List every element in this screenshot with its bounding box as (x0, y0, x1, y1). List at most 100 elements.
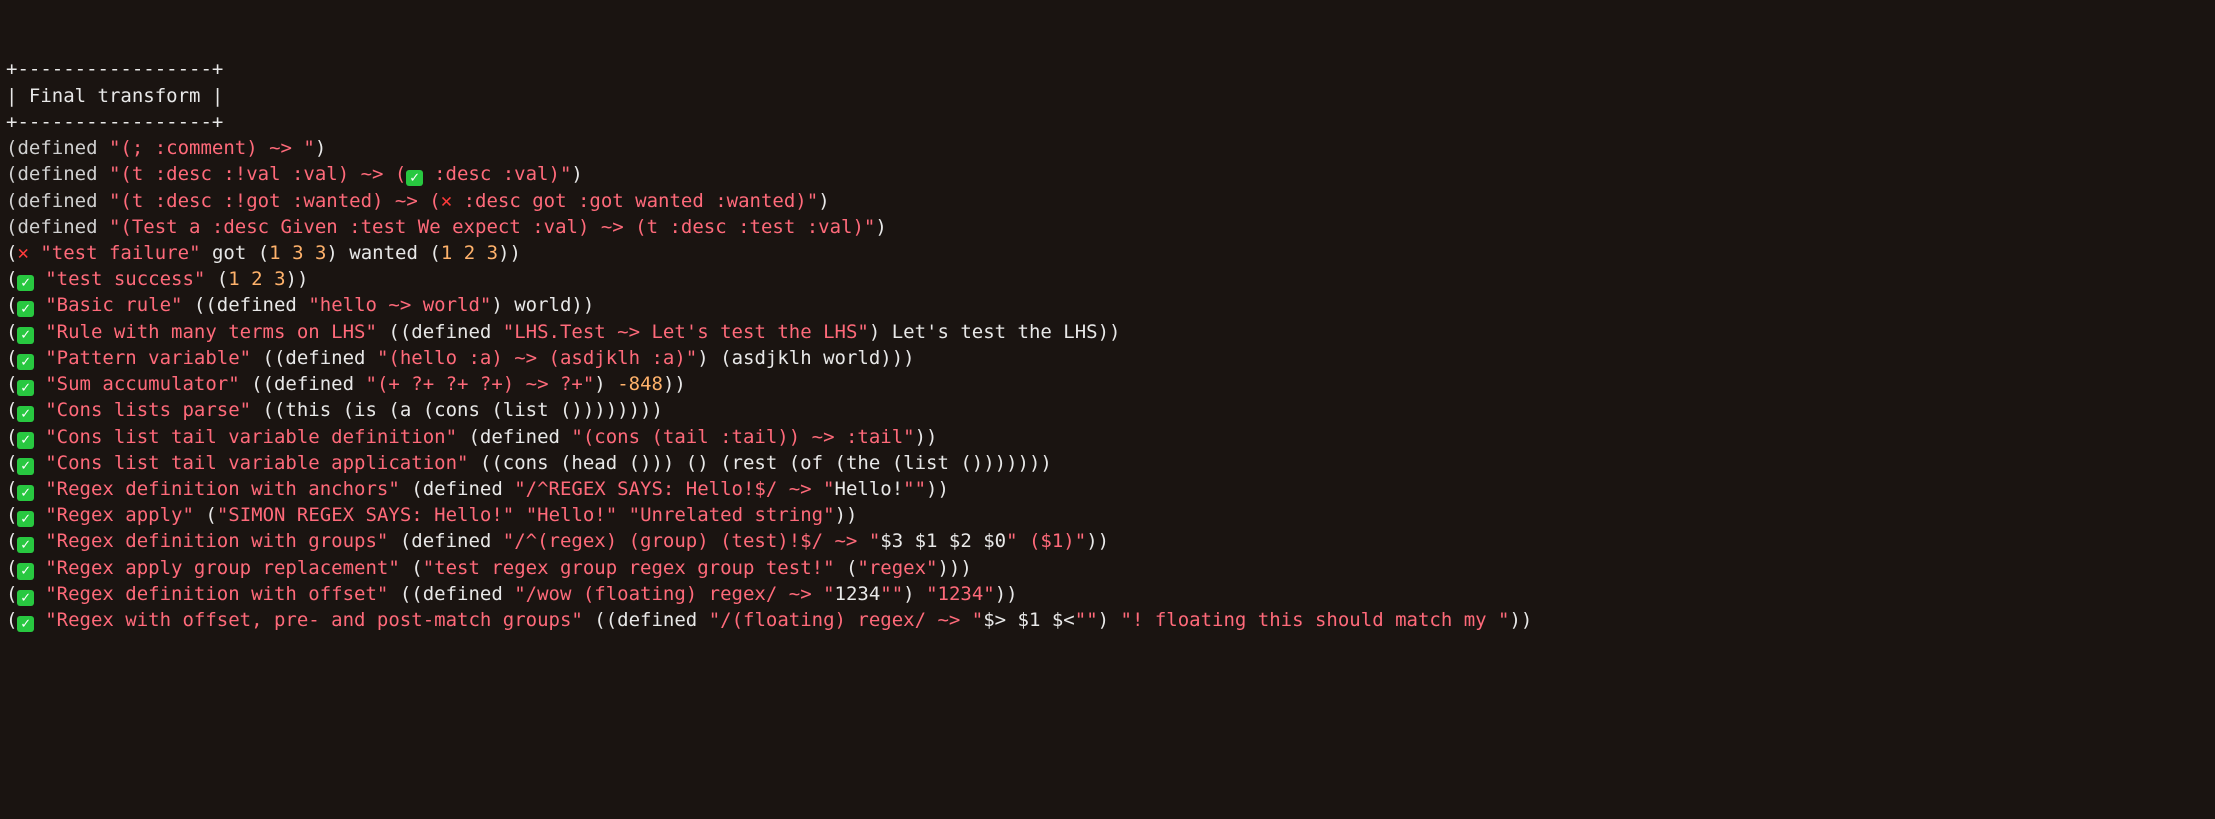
string-literal: "Rule with many terms on LHS" (45, 321, 377, 343)
text (34, 321, 45, 343)
text: ((defined (377, 321, 503, 343)
number-literal: -848 (617, 373, 663, 395)
header-title: | Final transform | (6, 83, 2209, 109)
check-icon: ✓ (17, 301, 33, 317)
check-icon: ✓ (17, 537, 33, 553)
text (304, 242, 315, 264)
defined-keyword: (defined (6, 190, 109, 212)
string-literal: "/wow (floating) regex/ ~> " (514, 583, 834, 605)
definition-line: (defined "(t :desc :!got :wanted) ~> (✕ … (6, 188, 2209, 214)
string-literal: "/^REGEX SAYS: Hello!$/ ~> " (514, 478, 834, 500)
string-literal: "! floating this should match my " (1121, 609, 1510, 631)
text: )) (1509, 609, 1532, 631)
text: $3 $1 $2 $0 (880, 530, 1006, 552)
text: ) Let's test the LHS)) (869, 321, 1121, 343)
text (34, 399, 45, 421)
string-literal: "Unrelated string" (629, 504, 835, 526)
text (29, 242, 40, 264)
text (263, 268, 274, 290)
text (34, 426, 45, 448)
string-literal: "Regex with offset, pre- and post-match … (45, 609, 583, 631)
string-literal: "test regex group regex group test!" (423, 557, 835, 579)
text: ) world)) (491, 294, 594, 316)
paren: ( (6, 321, 17, 343)
test-result-line: (✓ "Pattern variable" ((defined "(hello … (6, 345, 2209, 371)
paren: ( (6, 504, 17, 526)
text (34, 557, 45, 579)
test-result-line: (✓ "Regex apply" ("SIMON REGEX SAYS: Hel… (6, 502, 2209, 528)
text (281, 242, 292, 264)
text (34, 609, 45, 631)
paren: ( (6, 583, 17, 605)
string-literal: "test success" (45, 268, 205, 290)
test-result-line: (✓ "Cons lists parse" ((this (is (a (con… (6, 397, 2209, 423)
string-literal: "Regex apply group replacement" (45, 557, 400, 579)
string-literal: "(cons (tail :tail)) ~> :tail" (571, 426, 914, 448)
paren: ( (6, 530, 17, 552)
paren: ( (6, 294, 17, 316)
text: (defined (457, 426, 571, 448)
close-paren: ) (571, 163, 582, 185)
string-literal: "/^(regex) (group) (test)!$/ ~> " (503, 530, 881, 552)
test-result-line: (✓ "Regex definition with anchors" (defi… (6, 476, 2209, 502)
text: ( (194, 504, 217, 526)
number-literal: 3 (292, 242, 303, 264)
check-icon: ✓ (17, 485, 33, 501)
check-icon: ✓ (406, 170, 422, 186)
text: $> $1 $< (983, 609, 1075, 631)
definition-string: "(Test a :desc Given :test We expect :va… (109, 216, 875, 238)
check-icon: ✓ (17, 406, 33, 422)
number-literal: 1 (441, 242, 452, 264)
text: )) (1086, 530, 1109, 552)
string-literal: "Basic rule" (45, 294, 182, 316)
defined-keyword: (defined (6, 137, 109, 159)
text: ((defined (240, 373, 366, 395)
paren: ( (6, 452, 17, 474)
string-literal: "" (880, 583, 903, 605)
test-result-line: (✓ "Cons list tail variable definition" … (6, 424, 2209, 450)
text: )) (915, 426, 938, 448)
text (34, 583, 45, 605)
definition-string-pre: "(t :desc :!val :val) ~> ( (109, 163, 406, 185)
test-result-line: (✓ "Basic rule" ((defined "hello ~> worl… (6, 292, 2209, 318)
text (34, 373, 45, 395)
string-literal: "regex" (857, 557, 937, 579)
close-paren: ) (875, 216, 886, 238)
text (475, 242, 486, 264)
text: ) (903, 583, 926, 605)
defined-keyword: (defined (6, 216, 109, 238)
text (452, 242, 463, 264)
text: ) (594, 373, 617, 395)
check-icon: ✓ (17, 616, 33, 632)
test-result-line: (✕ "test failure" got (1 3 3) wanted (1 … (6, 240, 2209, 266)
text: (defined (388, 530, 502, 552)
text: (defined (400, 478, 514, 500)
check-icon: ✓ (17, 380, 33, 396)
string-literal: "(hello :a) ~> (asdjklh :a)" (377, 347, 697, 369)
text (617, 504, 628, 526)
text: ( (400, 557, 423, 579)
paren: ( (6, 268, 17, 290)
string-literal: "Hello!" (526, 504, 618, 526)
text (34, 504, 45, 526)
definition-string-post: :desc got :got wanted :wanted)" (452, 190, 818, 212)
paren: ( (6, 478, 17, 500)
string-literal: "" (903, 478, 926, 500)
definition-string-post: :desc :val)" (423, 163, 572, 185)
text: )) (926, 478, 949, 500)
string-literal: "/(floating) regex/ ~> " (709, 609, 984, 631)
number-literal: 3 (487, 242, 498, 264)
check-icon: ✓ (17, 432, 33, 448)
string-literal: "Sum accumulator" (45, 373, 239, 395)
check-icon: ✓ (17, 354, 33, 370)
paren: ( (6, 426, 17, 448)
string-literal: "Regex definition with groups" (45, 530, 388, 552)
check-icon: ✓ (17, 275, 33, 291)
number-literal: 3 (274, 268, 285, 290)
check-icon: ✓ (17, 458, 33, 474)
text: )) (498, 242, 521, 264)
number-literal: 1 (269, 242, 280, 264)
string-literal: "Regex definition with offset" (45, 583, 388, 605)
check-icon: ✓ (17, 563, 33, 579)
test-result-line: (✓ "Regex apply group replacement" ("tes… (6, 555, 2209, 581)
